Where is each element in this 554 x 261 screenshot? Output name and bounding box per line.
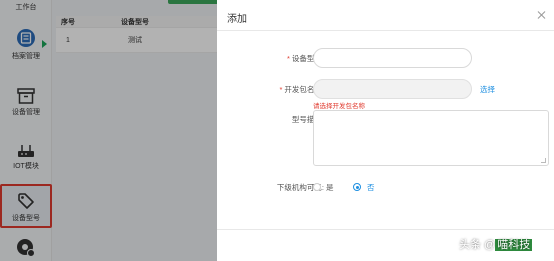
watermark-prefix: 头条 @ — [459, 239, 496, 251]
required-mark: * — [286, 54, 290, 63]
select-package-link[interactable]: 选择 — [480, 84, 495, 95]
watermark-highlight: 喵科技 — [495, 239, 533, 251]
dialog-title: 添加 — [227, 14, 247, 25]
model-input[interactable] — [313, 48, 472, 68]
description-textarea[interactable] — [313, 110, 549, 166]
required-mark: * — [279, 85, 283, 94]
radio-no[interactable] — [353, 183, 361, 191]
radio-yes-label[interactable]: 是 — [326, 182, 334, 193]
package-error-message: 请选择开发包名称 — [313, 103, 365, 110]
radio-no-label[interactable]: 否 — [367, 182, 375, 193]
resize-handle-icon[interactable] — [541, 158, 546, 163]
close-icon[interactable] — [537, 11, 545, 19]
watermark: 头条 @ 喵科技 — [459, 236, 533, 252]
add-dialog: 添加 * 设备型号: * 开发包名称: 选择 请选择开发包名称 型号描述: 下级机构… — [217, 0, 554, 261]
dialog-header: 添加 — [217, 0, 554, 31]
package-input[interactable] — [313, 79, 472, 99]
radio-yes[interactable] — [313, 183, 321, 191]
